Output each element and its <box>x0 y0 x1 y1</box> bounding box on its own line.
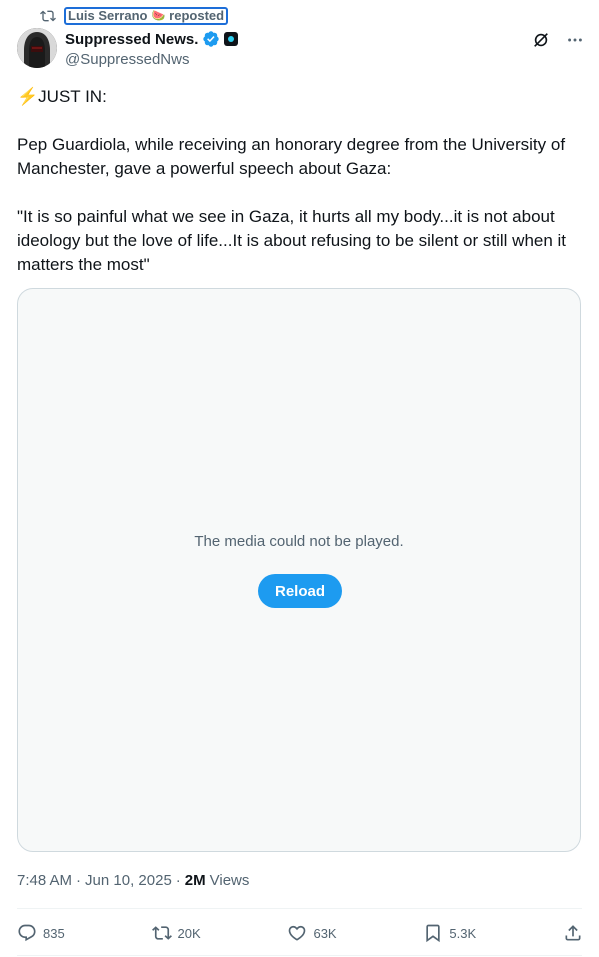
repost-button[interactable]: 20K <box>151 923 201 943</box>
repost-header: Luis Serrano 🍉 reposted <box>40 7 229 25</box>
repost-user-name: Luis Serrano <box>68 8 148 23</box>
share-icon <box>565 925 581 941</box>
lightning-emoji: ⚡ <box>17 87 39 106</box>
video-player[interactable]: The media could not be played. Reload <box>17 288 581 852</box>
bookmark-icon <box>426 924 441 943</box>
display-name[interactable]: Suppressed News. <box>65 31 198 48</box>
divider <box>17 955 582 956</box>
bookmark-button[interactable]: 5.3K <box>423 923 476 943</box>
views-count: 2M <box>184 872 206 889</box>
meta-separator: · <box>175 872 181 889</box>
views-label: Views <box>209 872 250 889</box>
tweet-metadata: 7:48 AM · Jun 10, 2025 · 2M Views <box>17 872 249 889</box>
verified-badge-icon[interactable] <box>202 30 220 48</box>
watermelon-emoji: 🍉 <box>151 10 166 22</box>
meta-separator: · <box>76 872 82 889</box>
repost-user-link[interactable]: Luis Serrano 🍉 reposted <box>64 7 229 25</box>
repost-count: 20K <box>177 925 201 941</box>
action-bar: 835 20K 63K 5.3K <box>17 918 583 948</box>
tweet-time[interactable]: 7:48 AM <box>17 872 72 889</box>
more-options-icon[interactable] <box>565 30 585 50</box>
just-in-text: JUST IN: <box>38 87 107 106</box>
author-handle[interactable]: @SuppressedNws <box>65 51 238 68</box>
tweet-text: ⚡JUST IN: Pep Guardiola, while receiving… <box>17 85 585 277</box>
affiliation-badge-icon[interactable] <box>224 32 239 46</box>
bookmark-count: 5.3K <box>449 925 477 941</box>
like-button[interactable]: 63K <box>287 923 337 943</box>
heart-icon <box>289 925 306 941</box>
tweet-paragraph-2: Pep Guardiola, while receiving an honora… <box>17 135 566 178</box>
reply-icon <box>18 924 36 942</box>
media-error-message: The media could not be played. <box>194 533 404 550</box>
tweet-line-1: ⚡JUST IN: <box>17 85 585 109</box>
divider <box>17 908 582 909</box>
like-count: 63K <box>313 925 337 941</box>
grok-icon[interactable] <box>531 30 551 50</box>
reply-count: 835 <box>43 925 65 941</box>
hooded-figure-avatar-icon <box>17 28 57 68</box>
repost-icon <box>151 926 172 940</box>
tweet-paragraph-3: "It is so painful what we see in Gaza, i… <box>17 207 567 274</box>
repost-suffix: reposted <box>169 8 225 23</box>
author-block: Suppressed News. @SuppressedNws <box>65 29 239 68</box>
repost-icon <box>40 10 56 22</box>
reply-button[interactable]: 835 <box>17 923 65 943</box>
avatar[interactable] <box>17 28 57 68</box>
tweet-date[interactable]: Jun 10, 2025 <box>85 872 172 889</box>
reload-button[interactable]: Reload <box>258 574 342 608</box>
share-button[interactable] <box>563 923 583 943</box>
tweet-top-actions <box>531 30 585 50</box>
